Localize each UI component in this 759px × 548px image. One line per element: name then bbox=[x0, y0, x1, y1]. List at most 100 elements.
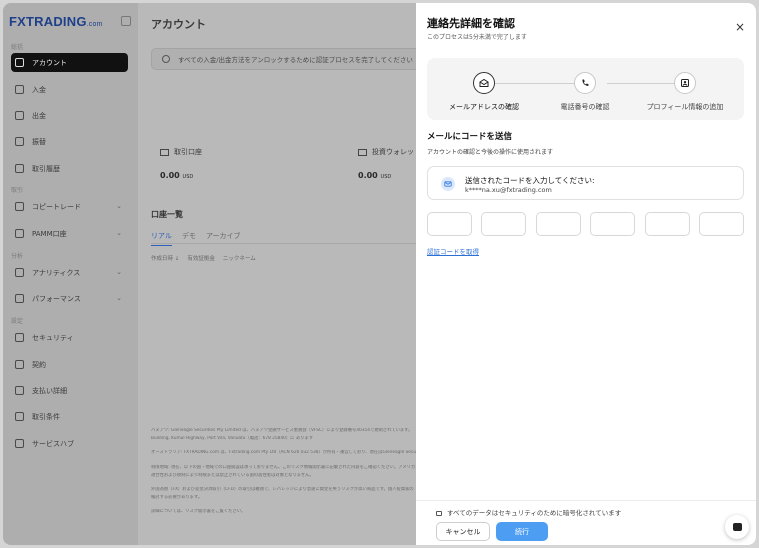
chat-icon bbox=[732, 523, 742, 531]
conditions-icon bbox=[15, 412, 24, 421]
shield-icon bbox=[15, 333, 24, 342]
analytics-icon bbox=[15, 268, 24, 277]
chat-button[interactable] bbox=[725, 515, 749, 539]
step-phone-label: 電話番号の確認 bbox=[560, 103, 610, 111]
lock-icon bbox=[436, 510, 442, 516]
code-digit-1[interactable] bbox=[427, 212, 472, 236]
sidebar-section-label: 設定 bbox=[11, 318, 24, 325]
sidebar-item-withdraw[interactable]: 出金 bbox=[11, 106, 128, 125]
security-note: すべてのデータはセキュリティのために暗号化されています bbox=[436, 507, 621, 517]
trading-account-label: 取引口座 bbox=[160, 147, 202, 157]
deposit-icon bbox=[15, 85, 24, 94]
step-profile bbox=[674, 72, 696, 94]
mail-icon bbox=[441, 177, 455, 191]
sidebar-item-conditions[interactable]: 取引条件 bbox=[11, 407, 128, 426]
mail-icon bbox=[479, 78, 489, 87]
verify-contact-panel: 連絡先詳細を確認 このプロセスは5分未満で完了します × メールアドレスの確認 … bbox=[416, 3, 756, 545]
step-email-label: メールアドレスの確認 bbox=[449, 103, 519, 111]
disclaimer-text: 適合性および規制により制限または禁止されている国の居住者は対象となりません。 bbox=[151, 473, 314, 478]
code-digit-4[interactable] bbox=[590, 212, 636, 236]
code-digit-5[interactable] bbox=[644, 212, 690, 236]
sidebar-item-contract[interactable]: 契約 bbox=[11, 355, 128, 374]
sidebar-item-history[interactable]: 取引履歴 bbox=[11, 159, 128, 178]
sidebar: FXTRADING.com 総括 アカウント 入金 出金 振替 取引履歴 取引 … bbox=[3, 3, 138, 545]
sidebar-section-label: 分析 bbox=[11, 253, 24, 260]
withdraw-icon bbox=[15, 111, 24, 120]
user-icon bbox=[162, 55, 170, 63]
chevron-down-icon: ⌄ bbox=[116, 294, 122, 302]
code-digit-2[interactable] bbox=[481, 212, 527, 236]
verification-banner[interactable]: すべての入金/出金方法をアンロックするために認証プロセスを完了してください bbox=[151, 48, 451, 70]
code-sent-info: 送信されたコードを入力してください: k****na.xu@fxtrading.… bbox=[427, 166, 744, 200]
verification-stepper: メールアドレスの確認 電話番号の確認 プロフィール情報の追加 bbox=[427, 58, 744, 120]
sidebar-section-label: 取引 bbox=[11, 187, 24, 194]
disclaimer-text: 詳細については、リスク開示書をご覧ください。 bbox=[151, 509, 246, 514]
disclaimer-text: バヌアツ: Gleneagle Securities Pty Limited は… bbox=[151, 428, 413, 433]
chevron-down-icon: ⌄ bbox=[116, 202, 122, 210]
step-connector bbox=[494, 83, 581, 84]
trading-account-balance: 0.00 USD bbox=[160, 171, 194, 180]
disclaimer-text: Building, Kumul Highway, Port Vila, Vanu… bbox=[151, 436, 314, 441]
investment-wallet-label: 投資ウォレット bbox=[358, 147, 421, 157]
sidebar-item-security[interactable]: セキュリティ bbox=[11, 328, 128, 347]
panel-title: 連絡先詳細を確認 bbox=[427, 17, 515, 30]
sidebar-item-copy-trade[interactable]: コピートレード ⌄ bbox=[11, 197, 128, 216]
performance-icon bbox=[15, 294, 24, 303]
step-connector bbox=[607, 83, 684, 84]
page-title: アカウント bbox=[151, 18, 206, 31]
cancel-button[interactable]: キャンセル bbox=[436, 522, 490, 541]
disclaimer-text: 制限地域: 現在、以下の国・地域での口座開設は承っておりません。このリスク情報開… bbox=[151, 465, 416, 470]
sidebar-item-deposit[interactable]: 入金 bbox=[11, 80, 128, 99]
dashboard-icon bbox=[15, 58, 24, 67]
continue-button[interactable]: 続行 bbox=[496, 522, 548, 541]
phone-icon bbox=[582, 79, 589, 86]
step-profile-label: プロフィール情報の追加 bbox=[646, 103, 724, 111]
panel-subtitle: このプロセスは5分未満で完了します bbox=[427, 34, 527, 41]
logo: FXTRADING.com bbox=[9, 14, 103, 29]
sidebar-item-payment[interactable]: 支払い詳細 bbox=[11, 381, 128, 400]
sort-options: 作成日時 ↓ 有効証拠金 ニックネーム bbox=[151, 254, 256, 262]
sidebar-collapse-icon[interactable] bbox=[121, 16, 131, 26]
transfer-icon bbox=[15, 137, 24, 146]
contract-icon bbox=[15, 360, 24, 369]
sidebar-item-performance[interactable]: パフォーマンス ⌄ bbox=[11, 289, 128, 308]
step-phone bbox=[574, 72, 596, 94]
pamm-icon bbox=[15, 229, 24, 238]
disclaimer-text: 外国為替（FX）および差金決済取引（CFD）の取引は複雑で、レバレッジにより急速… bbox=[151, 487, 414, 492]
get-code-link[interactable]: 認証コードを取得 bbox=[427, 246, 479, 256]
copy-trade-icon bbox=[15, 202, 24, 211]
sidebar-item-account[interactable]: アカウント bbox=[11, 53, 128, 72]
disclaimer-text: 検討する必要があります。 bbox=[151, 495, 203, 500]
service-hub-icon bbox=[15, 439, 24, 448]
sort-equity[interactable]: 有効証拠金 bbox=[187, 254, 215, 262]
sidebar-item-service-hub[interactable]: サービスハブ bbox=[11, 434, 128, 453]
masked-email: k****na.xu@fxtrading.com bbox=[465, 186, 552, 194]
step-email bbox=[473, 72, 495, 94]
sort-nickname[interactable]: ニックネーム bbox=[223, 254, 256, 262]
chevron-down-icon: ⌄ bbox=[116, 229, 122, 237]
payment-icon bbox=[15, 386, 24, 395]
code-digit-6[interactable] bbox=[698, 212, 744, 236]
section-title: メールにコードを送信 bbox=[427, 132, 513, 142]
sidebar-item-transfer[interactable]: 振替 bbox=[11, 132, 128, 151]
history-icon bbox=[15, 164, 24, 173]
sidebar-item-pamm[interactable]: PAMM口座 ⌄ bbox=[11, 224, 128, 243]
sidebar-item-analytics[interactable]: アナリティクス ⌄ bbox=[11, 263, 128, 282]
code-digit-3[interactable] bbox=[535, 212, 581, 236]
profile-icon bbox=[681, 79, 689, 87]
sidebar-section-label: 総括 bbox=[11, 44, 24, 51]
disclaimer-text: オーストラリア: FXTRADING.com は、Fxtrading.com P… bbox=[151, 450, 421, 455]
divider bbox=[151, 243, 421, 244]
card-icon bbox=[160, 148, 169, 156]
section-description: アカウントの確認と今後の操作に使用されます bbox=[427, 149, 554, 156]
code-sent-title: 送信されたコードを入力してください: bbox=[465, 176, 595, 185]
wallet-icon bbox=[358, 148, 367, 156]
chevron-down-icon: ⌄ bbox=[116, 268, 122, 276]
investment-wallet-balance: 0.00 USD bbox=[358, 171, 392, 180]
app-window: FXTRADING.com 総括 アカウント 入金 出金 振替 取引履歴 取引 … bbox=[3, 3, 756, 545]
accounts-list-title: 口座一覧 bbox=[151, 210, 183, 219]
sort-created[interactable]: 作成日時 ↓ bbox=[151, 254, 179, 262]
divider bbox=[416, 500, 756, 501]
code-inputs bbox=[427, 212, 744, 236]
close-icon[interactable]: × bbox=[735, 20, 745, 34]
